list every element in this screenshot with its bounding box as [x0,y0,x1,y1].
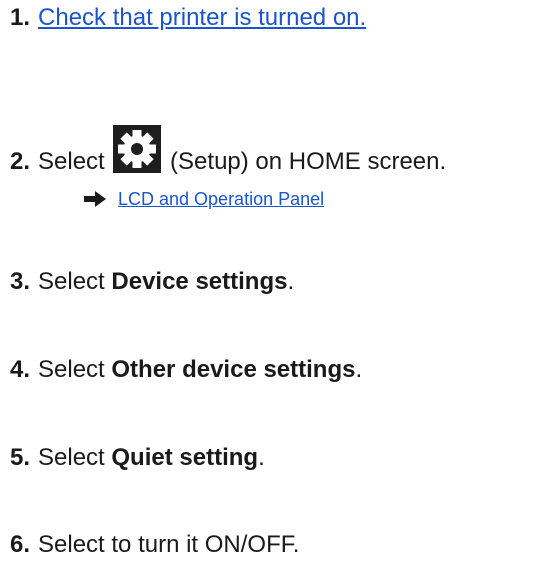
step-3: 3. Select Device settings. [10,268,294,296]
step-6: 6. Select to turn it ON/OFF. [10,531,299,559]
check-printer-on-link[interactable]: Check that printer is turned on. [38,4,366,31]
step-number: 6. [10,531,31,558]
step-text-prefix: Select [38,268,112,295]
step-2: 2. Select (Setup) on HOME screen. [10,125,446,176]
step-4: 4. Select Other device settings. [10,356,362,384]
lcd-operation-panel-row: LCD and Operation Panel [84,188,324,210]
gear-icon [113,125,162,173]
step-number: 5. [10,444,31,471]
step-text-prefix: Select [38,444,112,471]
menu-item-quiet-setting: Quiet setting [111,444,259,471]
step-text-prefix: Select [38,148,112,175]
step-text-suffix: (Setup) on HOME screen. [163,148,447,175]
step-number: 1. [10,4,31,31]
step-text-suffix: . [355,356,363,383]
step-number: 2. [10,148,31,175]
step-text: Select to turn it ON/OFF. [38,531,300,558]
step-1: 1. Check that printer is turned on. [10,4,366,32]
step-number: 3. [10,268,31,295]
step-text-suffix: . [287,268,295,295]
menu-item-other-device-settings: Other device settings [111,356,356,383]
step-text-suffix: . [258,444,265,471]
arrow-right-icon [84,191,106,207]
menu-item-device-settings: Device settings [111,268,288,295]
step-5: 5. Select Quiet setting. [10,444,265,472]
step-text-prefix: Select [38,356,112,383]
lcd-operation-panel-link[interactable]: LCD and Operation Panel [118,189,324,209]
step-number: 4. [10,356,31,383]
